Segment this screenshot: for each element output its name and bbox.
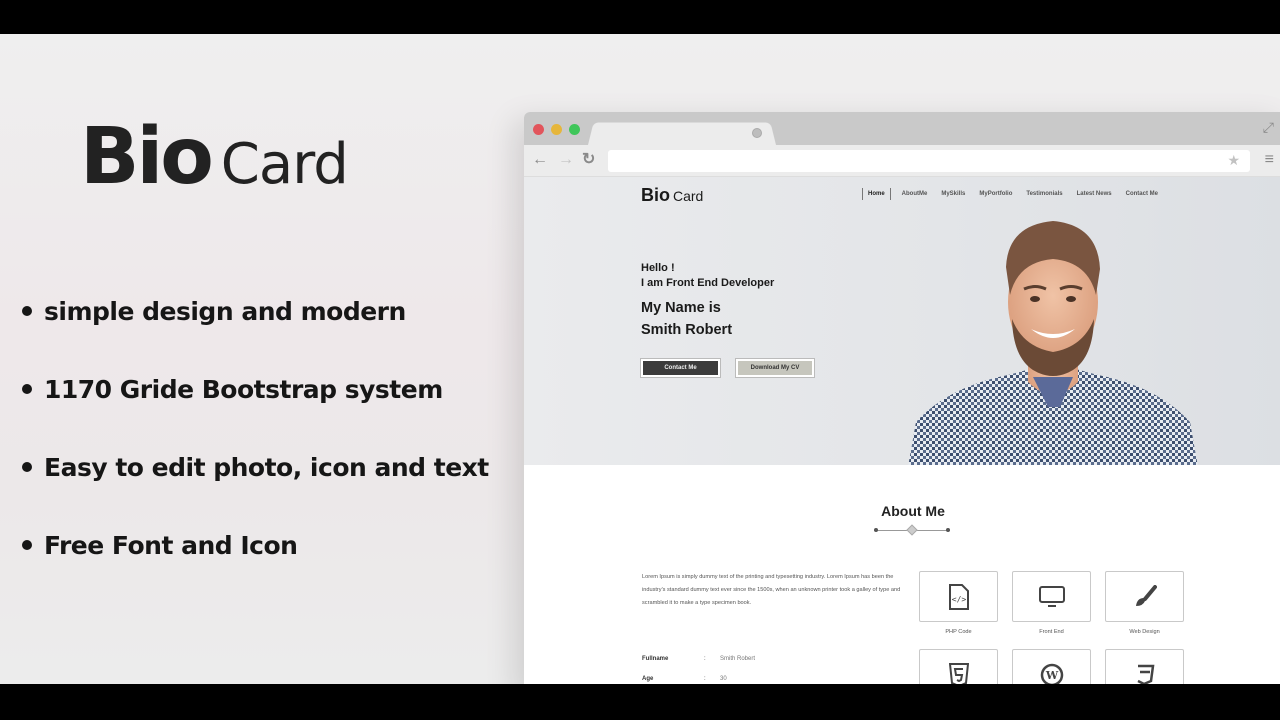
css3-icon xyxy=(1136,664,1154,684)
maximize-window-icon[interactable] xyxy=(569,124,580,135)
about-section: About Me Lorem Ipsum is simply dummy tex… xyxy=(524,465,1280,684)
php-file-icon: </> xyxy=(948,583,969,610)
html5-icon xyxy=(948,662,969,684)
hero-section: Bio Card Home AboutMe MySkills MyPortfoli… xyxy=(524,177,1280,465)
skill-label: Front End xyxy=(1039,629,1064,635)
skill-label: Web Design xyxy=(1129,629,1160,635)
info-value: 30 xyxy=(720,676,727,682)
paintbrush-icon xyxy=(1135,584,1157,606)
nav-testimonials[interactable]: Testimonials xyxy=(1019,188,1069,200)
site-logo[interactable]: Bio Card xyxy=(641,185,703,206)
letterbox-top xyxy=(0,0,1280,34)
nav-my-skills[interactable]: MySkills xyxy=(934,188,972,200)
wordpress-icon: W xyxy=(1040,663,1063,684)
feature-text: simple design and modern xyxy=(44,296,406,326)
promo-title: Bio Card xyxy=(80,112,349,202)
forward-arrow-icon[interactable]: → xyxy=(558,151,574,169)
promo-title-bold: Bio xyxy=(80,112,214,202)
profile-photo xyxy=(908,221,1198,465)
monitor-icon xyxy=(1038,585,1065,607)
feature-text: 1170 Gride Bootstrap system xyxy=(44,374,443,404)
bullet-icon xyxy=(22,540,32,550)
browser-tabbar: ⤢ xyxy=(524,112,1280,145)
download-cv-button[interactable]: Download My CV xyxy=(735,358,815,378)
site-nav: Home AboutMe MySkills MyPortfolio Testim… xyxy=(862,188,1165,200)
info-key: Age xyxy=(642,676,654,682)
skill-card[interactable]: Front End xyxy=(1012,571,1091,649)
feature-item: simple design and modern xyxy=(22,272,489,350)
browser-toolbar: ← → ↻ ★ ≡ xyxy=(524,145,1280,177)
info-key: Fullname xyxy=(642,656,669,662)
minimize-window-icon[interactable] xyxy=(551,124,562,135)
skill-card[interactable]: W xyxy=(1012,649,1091,684)
site-logo-light: Card xyxy=(673,188,704,204)
bullet-icon xyxy=(22,384,32,394)
hero-role: I am Front End Developer xyxy=(641,277,775,289)
close-window-icon[interactable] xyxy=(533,124,544,135)
back-arrow-icon[interactable]: ← xyxy=(532,151,548,169)
feature-item: 1170 Gride Bootstrap system xyxy=(22,350,489,428)
hero-name-line2: Smith Robert xyxy=(641,322,733,338)
feature-text: Free Font and Icon xyxy=(44,530,298,560)
browser-mockup: ⤢ ← → ↻ ★ ≡ Bio Card Home AboutMe MySkill… xyxy=(524,112,1280,684)
contact-me-button[interactable]: Contact Me xyxy=(640,358,721,378)
nav-about-me[interactable]: AboutMe xyxy=(895,188,935,200)
nav-latest-news[interactable]: Latest News xyxy=(1070,188,1119,200)
about-title: About Me xyxy=(881,503,945,519)
info-row: Fullname : Smith Robert xyxy=(642,649,755,669)
personal-info: Fullname : Smith Robert Age : 30 xyxy=(642,649,755,684)
hero-buttons: Contact Me Download My CV xyxy=(640,358,815,378)
address-bar[interactable]: ★ xyxy=(608,150,1250,172)
skills-grid: </> PHP Code Front End Web Design W xyxy=(919,571,1184,684)
info-row: Age : 30 xyxy=(642,669,755,684)
bookmark-star-icon[interactable]: ★ xyxy=(1227,152,1240,169)
reload-icon[interactable]: ↻ xyxy=(582,151,595,169)
tab-close-icon[interactable] xyxy=(752,128,762,138)
hero-name: My Name is Smith Robert xyxy=(641,297,774,341)
letterbox-bottom xyxy=(0,684,1280,720)
site-logo-bold: Bio xyxy=(641,185,670,205)
browser-tab[interactable] xyxy=(588,122,776,145)
feature-text: Easy to edit photo, icon and text xyxy=(44,452,489,482)
hero-text: Hello ! I am Front End Developer My Name… xyxy=(641,261,774,341)
skill-card[interactable]: Web Design xyxy=(1105,571,1184,649)
info-separator: : xyxy=(704,656,706,662)
about-paragraph: Lorem Ipsum is simply dummy text of the … xyxy=(642,574,901,606)
website-page: Bio Card Home AboutMe MySkills MyPortfoli… xyxy=(524,177,1280,684)
feature-item: Easy to edit photo, icon and text xyxy=(22,428,489,506)
feature-item: Free Font and Icon xyxy=(22,506,489,584)
skill-card[interactable]: </> PHP Code xyxy=(919,571,998,649)
info-value: Smith Robert xyxy=(720,656,756,662)
bullet-icon xyxy=(22,306,32,316)
hero-name-line1: My Name is xyxy=(641,300,721,316)
svg-text:</>: </> xyxy=(951,595,966,604)
title-divider xyxy=(874,524,950,536)
skill-card[interactable] xyxy=(919,649,998,684)
svg-text:W: W xyxy=(1044,669,1058,682)
nav-home[interactable]: Home xyxy=(862,188,891,200)
nav-my-portfolio[interactable]: MyPortfolio xyxy=(972,188,1019,200)
feature-list: simple design and modern 1170 Gride Boot… xyxy=(22,272,489,584)
browser-menu-icon[interactable]: ≡ xyxy=(1265,151,1274,169)
info-separator: : xyxy=(704,676,706,682)
promo-title-light: Card xyxy=(220,132,349,197)
promo-banner: Bio Card simple design and modern 1170 Gr… xyxy=(0,34,1280,684)
hero-greeting: Hello ! xyxy=(641,262,675,274)
expand-icon[interactable]: ⤢ xyxy=(1263,119,1274,136)
nav-contact-me[interactable]: Contact Me xyxy=(1119,188,1165,200)
bullet-icon xyxy=(22,462,32,472)
skill-label: PHP Code xyxy=(945,629,972,635)
skill-card[interactable] xyxy=(1105,649,1184,684)
